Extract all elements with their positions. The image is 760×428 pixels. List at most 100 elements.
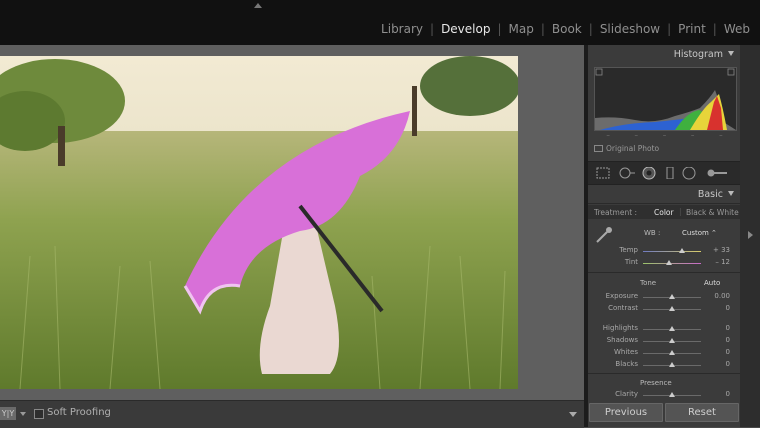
red-eye-icon[interactable]	[642, 167, 656, 181]
clarity-slider-row: Clarity 0	[588, 390, 740, 401]
presence-label: Presence	[640, 379, 672, 387]
wb-preset-value: Custom	[682, 229, 709, 237]
module-print[interactable]: Print	[678, 22, 706, 36]
shadows-slider-row: Shadows 0	[588, 336, 740, 347]
tool-strip	[588, 161, 740, 185]
exposure-slider-thumb[interactable]	[669, 294, 675, 299]
basic-header[interactable]: Basic	[588, 189, 740, 200]
before-after-view-button[interactable]: Y|Y	[0, 407, 16, 420]
collapse-top-panel-icon[interactable]	[254, 3, 262, 8]
blacks-label: Blacks	[615, 360, 638, 368]
temp-label: Temp	[619, 246, 638, 254]
treatment-label: Treatment :	[594, 208, 638, 217]
module-picker-bar: Library | Develop | Map | Book | Slidesh…	[0, 0, 760, 45]
exposure-value[interactable]: 0.00	[714, 292, 730, 300]
histogram-graph[interactable]	[594, 67, 737, 131]
image-viewer	[0, 45, 584, 400]
histogram-ticks: – – – – –	[594, 131, 735, 139]
highlights-slider-thumb[interactable]	[669, 326, 675, 331]
module-separator: |	[430, 22, 435, 36]
clarity-slider-thumb[interactable]	[669, 392, 675, 397]
auto-tone-button[interactable]: Auto	[704, 279, 720, 287]
temp-slider-row: Temp + 33	[588, 246, 740, 257]
treatment-separator: |	[679, 207, 682, 216]
module-develop[interactable]: Develop	[441, 22, 490, 36]
highlights-value[interactable]: 0	[726, 324, 730, 332]
contrast-label: Contrast	[608, 304, 638, 312]
tint-slider-thumb[interactable]	[666, 260, 672, 265]
section-divider	[588, 272, 740, 273]
right-panel: Histogram – – – – – Original Photo Basic…	[588, 45, 740, 427]
module-separator: |	[667, 22, 672, 36]
exposure-label: Exposure	[605, 292, 638, 300]
blacks-slider-thumb[interactable]	[669, 362, 675, 367]
module-map[interactable]: Map	[509, 22, 534, 36]
contrast-slider-thumb[interactable]	[669, 306, 675, 311]
whites-value[interactable]: 0	[726, 348, 730, 356]
tint-value[interactable]: – 12	[715, 258, 730, 266]
contrast-value[interactable]: 0	[726, 304, 730, 312]
whites-label: Whites	[613, 348, 638, 356]
temp-value[interactable]: + 33	[713, 246, 730, 254]
wb-preset-select[interactable]: Custom ⌃	[682, 229, 717, 237]
blacks-slider-row: Blacks 0	[588, 360, 740, 371]
clarity-value[interactable]: 0	[726, 390, 730, 398]
photo-preview[interactable]	[0, 56, 518, 389]
shadows-slider-thumb[interactable]	[669, 338, 675, 343]
view-options-chevron-icon[interactable]	[20, 412, 26, 416]
bottom-toolbar: Y|Y Soft Proofing	[0, 400, 584, 428]
temp-slider-thumb[interactable]	[679, 248, 685, 253]
presence-row: Presence	[588, 379, 740, 390]
tint-slider-track[interactable]	[643, 263, 701, 264]
wb-row: WB : Custom ⌃	[588, 229, 740, 240]
graduated-filter-icon[interactable]	[666, 167, 674, 179]
module-list: Library | Develop | Map | Book | Slidesh…	[381, 22, 750, 36]
temp-slider-track[interactable]	[643, 251, 701, 252]
previous-button[interactable]: Previous	[589, 403, 663, 422]
tone-row: Tone Auto	[588, 279, 740, 290]
original-photo-checkbox[interactable]	[594, 145, 603, 152]
reset-button[interactable]: Reset	[665, 403, 739, 422]
blacks-value[interactable]: 0	[726, 360, 730, 368]
module-web[interactable]: Web	[724, 22, 750, 36]
tint-label: Tint	[624, 258, 638, 266]
photo-image	[0, 56, 518, 389]
right-panel-edge	[740, 45, 760, 427]
original-photo-toggle[interactable]: Original Photo	[594, 144, 659, 153]
histogram-tick: –	[719, 131, 723, 139]
histogram-tick: –	[662, 131, 667, 139]
section-divider	[588, 203, 740, 204]
tone-label: Tone	[640, 279, 657, 287]
treatment-color-option[interactable]: Color	[654, 208, 674, 217]
histogram-tick: –	[606, 131, 610, 139]
module-separator: |	[712, 22, 717, 36]
soft-proofing-checkbox[interactable]	[34, 409, 44, 419]
histogram-header[interactable]: Histogram	[588, 49, 740, 60]
module-slideshow[interactable]: Slideshow	[600, 22, 660, 36]
radial-filter-icon[interactable]	[682, 167, 696, 181]
treatment-bw-option[interactable]: Black & White	[686, 208, 739, 217]
highlights-label: Highlights	[602, 324, 638, 332]
contrast-slider-row: Contrast 0	[588, 304, 740, 315]
histogram-title: Histogram	[673, 49, 723, 60]
treatment-row: Treatment : Color | Black & White	[588, 205, 740, 219]
module-separator: |	[497, 22, 502, 36]
whites-slider-thumb[interactable]	[669, 350, 675, 355]
collapse-chevron-icon	[728, 191, 734, 196]
histogram-plot	[595, 68, 736, 130]
histogram-tick: –	[634, 131, 639, 139]
wb-label: WB :	[644, 229, 661, 237]
toolbar-options-chevron-icon[interactable]	[569, 412, 577, 417]
module-library[interactable]: Library	[381, 22, 423, 36]
module-book[interactable]: Book	[552, 22, 582, 36]
adjustment-brush-icon[interactable]	[706, 167, 728, 179]
collapse-chevron-icon	[728, 51, 734, 56]
clarity-label: Clarity	[615, 390, 638, 398]
highlights-slider-row: Highlights 0	[588, 324, 740, 335]
crop-overlay-icon[interactable]	[596, 167, 610, 179]
shadows-value[interactable]: 0	[726, 336, 730, 344]
original-photo-label: Original Photo	[606, 144, 660, 153]
basic-title: Basic	[697, 189, 723, 200]
collapse-right-panel-icon[interactable]	[748, 231, 753, 239]
spot-removal-icon[interactable]	[618, 167, 636, 179]
